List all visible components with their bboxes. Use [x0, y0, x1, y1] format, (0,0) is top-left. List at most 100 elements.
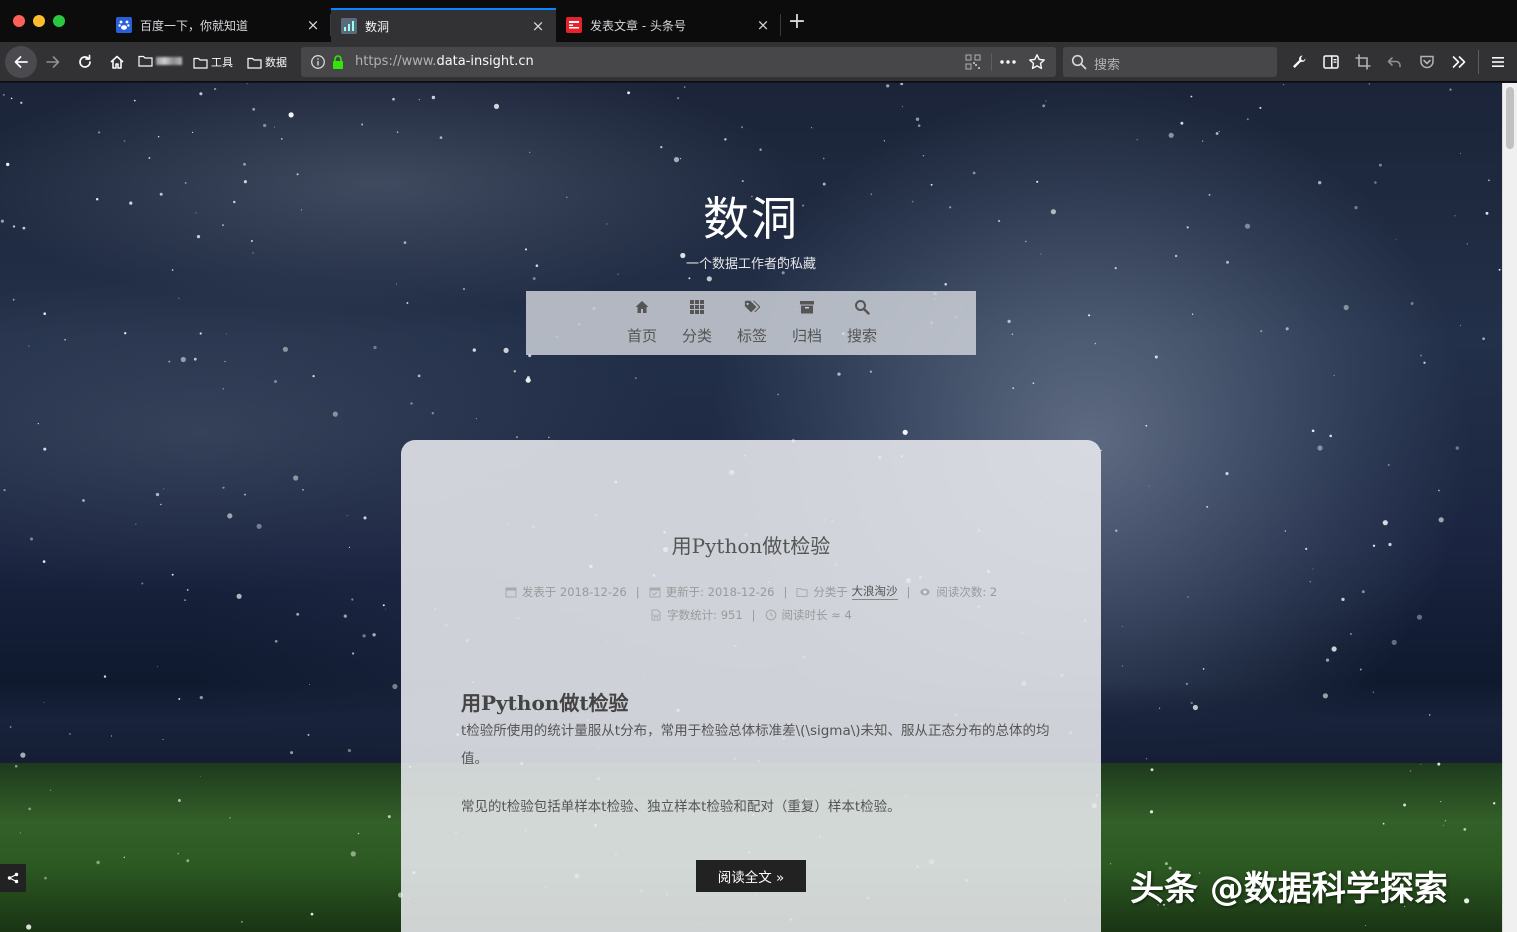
sidebar-icon	[1323, 55, 1339, 69]
menu-item-categories[interactable]: 分类	[670, 291, 725, 355]
reload-icon	[79, 54, 91, 68]
menu-item-archive[interactable]: 归档	[780, 291, 835, 355]
home-button[interactable]	[103, 48, 131, 76]
tab-data-insight[interactable]: 数洞 ×	[331, 8, 556, 42]
url-bar[interactable]: https://www.data-insight.cn	[301, 47, 1056, 77]
tab-title: 百度一下，你就知道	[140, 18, 249, 33]
pocket-icon	[1420, 55, 1434, 69]
tools-button[interactable]	[1285, 48, 1313, 76]
watermark-text: 头条 @数据科学探索	[1130, 869, 1448, 909]
search-icon	[1071, 54, 1087, 70]
read-more-button[interactable]: 阅读全文 »	[696, 860, 806, 892]
toutiao-icon	[566, 17, 582, 33]
menu-item-label: 首页	[626, 327, 657, 345]
menu-item-tags[interactable]: 标签	[725, 291, 780, 355]
category-link[interactable]: 大浪淘沙	[851, 583, 898, 600]
close-icon[interactable]: ×	[530, 17, 546, 35]
navigation-toolbar: 工具 数据 https://www.data-insight.cn 搜索	[0, 42, 1517, 82]
bookmark-folder-1[interactable]	[138, 54, 182, 67]
menu-item-search[interactable]: 搜索	[835, 291, 890, 355]
wrench-icon	[1293, 55, 1306, 68]
undo-icon	[1387, 57, 1401, 68]
close-icon[interactable]: ×	[755, 16, 771, 34]
post-paragraph: t检验所使用的统计量服从t分布，常用于检验总体标准差\(\sigma\)未知、服…	[461, 723, 1050, 767]
tab-title: 发表文章 - 头条号	[590, 18, 686, 33]
new-tab-button[interactable]: +	[784, 10, 810, 36]
qr-code-icon[interactable]	[965, 54, 981, 70]
clock-icon	[765, 609, 776, 621]
published-date: 2018-12-26	[559, 584, 627, 599]
forward-button[interactable]	[39, 48, 67, 76]
sidebar-button[interactable]	[1317, 48, 1345, 76]
menu-item-label: 归档	[791, 327, 822, 345]
close-icon[interactable]: ×	[305, 16, 321, 34]
menu-item-label: 分类	[681, 327, 712, 345]
post-heading: 用Python做t检验	[461, 691, 629, 715]
folder-icon	[796, 587, 808, 597]
eye-icon	[920, 588, 931, 595]
bookmark-folder-tools[interactable]: 工具	[193, 54, 233, 70]
scrollbar-thumb[interactable]	[1506, 87, 1514, 149]
file-word-icon	[651, 609, 661, 621]
calendar-icon	[505, 587, 517, 597]
site-menu: 首页 分类 标签 归档 搜索	[526, 291, 976, 355]
tab-toutiao[interactable]: 发表文章 - 头条号 ×	[556, 8, 781, 42]
url-text[interactable]: https://www.data-insight.cn	[355, 54, 534, 69]
updated-date: 2018-12-26	[707, 584, 775, 599]
folder-icon	[193, 57, 208, 69]
post-card: 用Python做t检验 发表于 2018-12-26 | 更新于: 2018-1…	[401, 440, 1101, 932]
pocket-button[interactable]	[1413, 48, 1441, 76]
post-paragraph: 常见的t检验包括单样本t检验、独立样本t检验和配对（重复）样本t检验。	[461, 799, 901, 815]
post-meta-line-2: 字数统计: 951 | 阅读时长 ≈ 4	[401, 607, 1101, 623]
menu-item-label: 标签	[736, 327, 767, 345]
home-icon	[635, 301, 649, 313]
reload-button[interactable]	[71, 48, 99, 76]
bookmark-star-icon[interactable]	[1028, 53, 1046, 71]
tab-title: 数洞	[365, 19, 390, 34]
bookmark-label: 工具	[211, 56, 233, 69]
data-insight-icon	[341, 18, 357, 34]
screenshot-button[interactable]	[1349, 48, 1377, 76]
tags-icon	[744, 300, 760, 313]
arrow-left-icon	[14, 56, 28, 68]
page-scrollbar[interactable]	[1502, 83, 1517, 932]
post-meta-line-1: 发表于 2018-12-26 | 更新于: 2018-12-26 | 分类于 大…	[401, 583, 1101, 600]
view-count: 2	[989, 584, 998, 599]
search-field[interactable]: 搜索	[1063, 47, 1277, 77]
folder-icon	[247, 57, 262, 69]
site-title[interactable]: 数洞	[0, 183, 1502, 249]
bookmark-folder-data[interactable]: 数据	[247, 54, 287, 70]
tab-strip: 百度一下，你就知道 × 数洞 × 发表文章 - 头条号 × +	[0, 0, 1517, 42]
bookmark-label: 数据	[265, 56, 287, 69]
menu-item-home[interactable]: 首页	[615, 291, 670, 355]
hamburger-menu-icon	[1492, 57, 1504, 67]
home-icon	[110, 55, 124, 69]
read-time: 4	[844, 608, 852, 622]
tab-baidu[interactable]: 百度一下，你就知道 ×	[106, 8, 331, 42]
window-minimize-button[interactable]	[33, 15, 45, 27]
word-count: 951	[720, 608, 743, 622]
share-icon	[7, 872, 19, 884]
archive-icon	[800, 301, 814, 314]
arrow-right-icon	[46, 56, 60, 68]
share-button[interactable]	[0, 864, 26, 892]
info-icon[interactable]	[310, 54, 326, 70]
menu-item-label: 搜索	[846, 327, 877, 345]
window-close-button[interactable]	[13, 15, 25, 27]
search-placeholder: 搜索	[1094, 58, 1121, 73]
menu-button[interactable]	[1484, 48, 1512, 76]
folder-icon	[138, 55, 153, 67]
chevrons-right-icon	[1452, 56, 1466, 68]
back-button[interactable]	[5, 46, 37, 78]
baidu-paw-icon	[116, 17, 132, 33]
search-icon	[855, 300, 870, 315]
more-actions-icon[interactable]	[999, 54, 1017, 70]
lock-icon[interactable]	[331, 54, 345, 70]
undo-button[interactable]	[1381, 48, 1409, 76]
overflow-button[interactable]	[1445, 48, 1473, 76]
post-title[interactable]: 用Python做t检验	[401, 530, 1101, 559]
site-subtitle: 一个数据工作者的私藏	[685, 257, 816, 272]
crop-icon	[1355, 54, 1371, 70]
window-zoom-button[interactable]	[53, 15, 65, 27]
calendar-check-icon	[649, 587, 661, 597]
